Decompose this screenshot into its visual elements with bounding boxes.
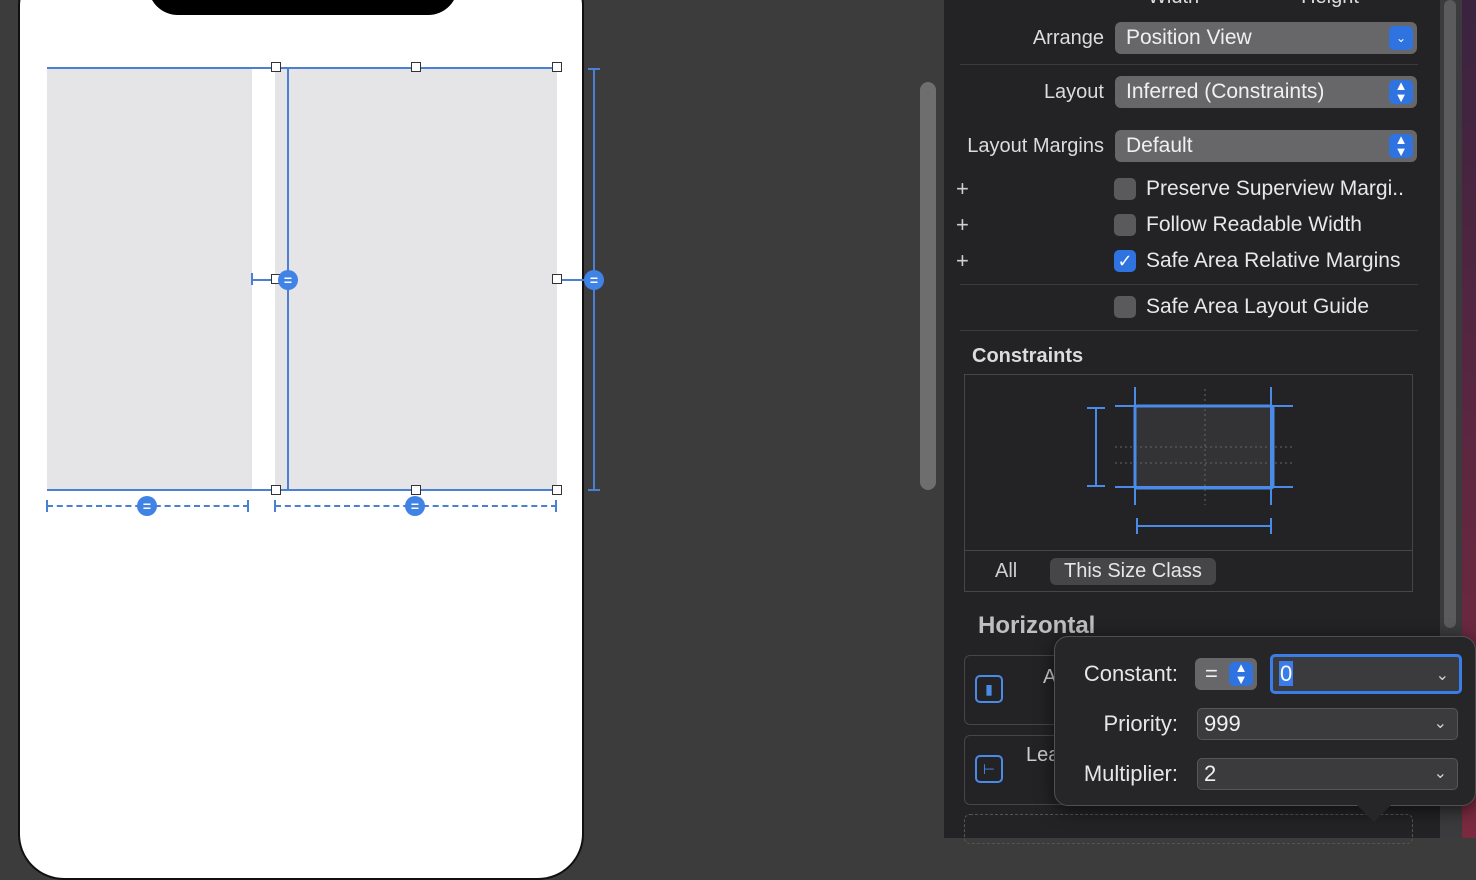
- updown-chevron-icon: ▲ ▼: [1389, 79, 1413, 104]
- layout-popup[interactable]: Inferred (Constraints) ▲ ▼: [1115, 76, 1417, 108]
- constraints-diagram-graphic: [1087, 387, 1293, 534]
- multiplier-field[interactable]: 2 ⌄: [1197, 758, 1458, 790]
- width-dash-left: [47, 505, 249, 507]
- updown-chevron-icon: ▲ ▼: [1229, 661, 1253, 686]
- divider: [960, 284, 1418, 285]
- priority-field[interactable]: 999 ⌄: [1197, 708, 1458, 740]
- right-view[interactable]: [275, 69, 557, 490]
- layout-margins-label: Layout Margins: [967, 135, 1104, 157]
- width-tick: [247, 500, 249, 512]
- checkbox-label: Safe Area Relative Margins: [1146, 249, 1401, 272]
- resize-handle[interactable]: [411, 62, 421, 72]
- resize-handle[interactable]: [271, 62, 281, 72]
- width-tick: [274, 500, 276, 512]
- canvas-scrollbar-thumb[interactable]: [920, 82, 936, 490]
- checkbox-label: Safe Area Layout Guide: [1146, 295, 1369, 318]
- multiplier-value: 2: [1204, 761, 1217, 786]
- spacing-tick: [251, 273, 253, 285]
- chevron-down-icon[interactable]: ⌄: [1434, 709, 1447, 739]
- checkbox-preserve-superview-margins[interactable]: [1114, 178, 1136, 200]
- arrange-popup[interactable]: Position View ⌄: [1115, 22, 1417, 54]
- layout-margins-popup[interactable]: Default ▲ ▼: [1115, 130, 1417, 162]
- checkbox-label: Follow Readable Width: [1146, 213, 1362, 236]
- constant-field[interactable]: 0 ⌄: [1270, 654, 1462, 694]
- align-icon: ▮: [975, 675, 1003, 703]
- resize-handle[interactable]: [552, 62, 562, 72]
- multiplier-label: Multiplier:: [1083, 761, 1178, 786]
- arrange-label: Arrange: [1032, 27, 1104, 49]
- resize-handle[interactable]: [271, 485, 281, 495]
- constant-value: 0: [1279, 661, 1294, 686]
- arrange-value: Position View: [1126, 26, 1252, 49]
- resize-handle[interactable]: [411, 485, 421, 495]
- chevron-down-icon[interactable]: ⌄: [1436, 659, 1449, 693]
- relation-popup[interactable]: = ▲ ▼: [1195, 658, 1257, 690]
- layout-label: Layout: [1043, 81, 1104, 103]
- plus-icon[interactable]: +: [956, 248, 969, 274]
- right-height-cap-top: [588, 68, 600, 70]
- layout-value: Inferred (Constraints): [1126, 80, 1325, 103]
- priority-value: 999: [1204, 711, 1241, 736]
- size-class-tabs: All This Size Class: [965, 550, 1412, 592]
- equal-constraint-badge[interactable]: =: [278, 270, 298, 290]
- top-edge-line: [47, 67, 557, 69]
- checkbox-follow-readable-width[interactable]: [1114, 214, 1136, 236]
- width-column-label: Width: [1148, 0, 1199, 9]
- width-tick: [555, 500, 557, 512]
- tab-this-size-class[interactable]: This Size Class: [1050, 558, 1216, 585]
- storyboard-canvas[interactable]: = = = =: [0, 0, 912, 880]
- tab-all[interactable]: All: [995, 560, 1017, 583]
- bottom-edge-line: [47, 489, 557, 491]
- plus-icon[interactable]: +: [956, 176, 969, 202]
- constraints-title: Constraints: [972, 345, 1084, 367]
- constraint-row-placeholder: [964, 814, 1413, 844]
- resize-handle[interactable]: [552, 274, 562, 284]
- relation-value: =: [1205, 661, 1218, 686]
- leading-icon: ⊢: [975, 755, 1003, 783]
- popover-arrow: [1356, 804, 1392, 822]
- width-dash-right: [275, 505, 557, 507]
- spacing-line-right: [560, 279, 586, 281]
- left-view[interactable]: [47, 69, 252, 490]
- updown-chevron-icon: ▲ ▼: [1389, 133, 1413, 158]
- resize-handle[interactable]: [552, 485, 562, 495]
- divider: [960, 64, 1418, 65]
- layout-margins-value: Default: [1126, 134, 1193, 157]
- checkbox-safe-area-relative-margins[interactable]: ✓: [1114, 250, 1136, 272]
- inspector-scrollbar-thumb[interactable]: [1444, 0, 1456, 628]
- width-tick: [46, 500, 48, 512]
- plus-icon[interactable]: +: [956, 212, 969, 238]
- height-column-label: Height: [1300, 0, 1360, 9]
- chevron-down-icon: ⌄: [1389, 26, 1413, 50]
- constant-label: Constant:: [1083, 661, 1178, 686]
- checkbox-label: Preserve Superview Margi..: [1146, 177, 1404, 200]
- chevron-down-icon[interactable]: ⌄: [1434, 759, 1447, 789]
- checkbox-safe-area-layout-guide[interactable]: [1114, 296, 1136, 318]
- divider: [960, 330, 1418, 331]
- device-notch: [148, 0, 458, 15]
- right-height-cap-bottom: [588, 489, 600, 491]
- equal-constraint-badge[interactable]: =: [584, 270, 604, 290]
- priority-label: Priority:: [1103, 711, 1178, 736]
